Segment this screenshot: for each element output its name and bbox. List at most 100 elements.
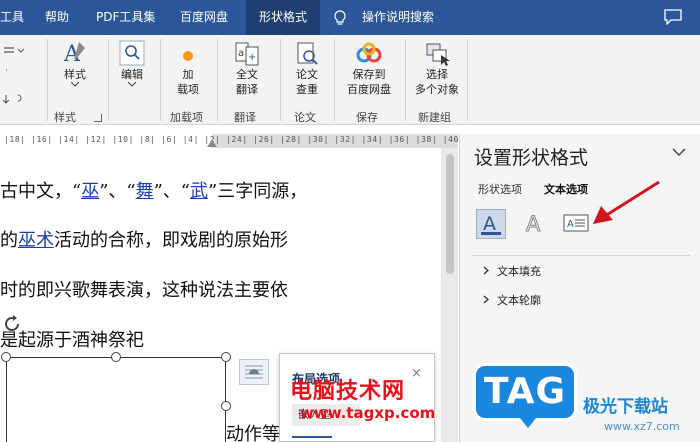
- svg-text:A: A: [567, 219, 574, 230]
- paper-check-icon: [297, 42, 318, 65]
- tab-text-options[interactable]: 文本选项: [544, 181, 588, 197]
- doc-line-2: 的巫术活动的合称，即戏剧的原始形: [0, 226, 288, 252]
- watermark-cn-name: 极光下载站: [583, 397, 668, 417]
- group-save-label: 保存: [356, 111, 378, 124]
- ruler-ticks: |18| |16| |14| |12| |10| |8| |6| |4| |2|…: [4, 135, 465, 144]
- doc-text: 的: [0, 230, 18, 251]
- search-icon: [119, 40, 145, 66]
- doc-text: 古中文，“: [0, 181, 82, 202]
- tab-pdf-tools[interactable]: PDF工具集: [96, 0, 155, 35]
- horizontal-ruler[interactable]: |18| |16| |14| |12| |10| |8| |6| |4| |2|…: [0, 134, 464, 148]
- save-to-baidu-button[interactable]: 保存到 百度网盘: [340, 41, 398, 97]
- resize-handle[interactable]: [221, 352, 231, 362]
- select-objects-icon: [426, 43, 450, 66]
- addins-button[interactable]: 加 载项: [168, 45, 208, 97]
- style-label: 样式: [64, 68, 86, 81]
- ribbon-separator: [217, 39, 218, 121]
- addin-icon: [183, 51, 193, 61]
- save-to-label-line1: 保存到: [352, 68, 386, 81]
- group-new-label: 新建组: [418, 111, 451, 124]
- doc-link[interactable]: 巫术: [18, 230, 54, 251]
- doc-text: ”、“: [99, 181, 136, 202]
- doc-link[interactable]: 武: [190, 181, 208, 202]
- doc-link[interactable]: 舞: [136, 181, 154, 202]
- translate-icon: a +: [235, 42, 259, 66]
- doc-line-1: 古中文，“巫”、“舞”、“武”三字同源，: [0, 177, 307, 203]
- paper-check-button[interactable]: 论文 查重: [287, 41, 327, 97]
- tab-baidu-netdisk[interactable]: 百度网盘: [180, 0, 228, 35]
- svg-text:+: +: [248, 52, 256, 63]
- lightbulb-icon: [334, 10, 346, 25]
- group-paper-label: 论文: [294, 111, 316, 124]
- tab-pdf-tools-label: PDF工具集: [96, 10, 156, 24]
- select-label-line1: 选择: [426, 68, 448, 81]
- ribbon-tab-bar: 工具 帮助 PDF工具集 百度网盘 形状格式 操作说明搜索: [0, 0, 700, 35]
- text-style-icon: A: [63, 42, 85, 67]
- group-style-label: 样式: [54, 111, 76, 124]
- doc-text: ”三字同源，: [208, 181, 308, 202]
- scrollbar-thumb[interactable]: [446, 154, 454, 274]
- comments-icon[interactable]: [664, 9, 682, 25]
- pane-title: 设置形状格式: [474, 147, 589, 169]
- ribbon-separator: [334, 39, 335, 121]
- doc-link[interactable]: 巫: [81, 181, 99, 202]
- group-launcher-icon[interactable]: [94, 114, 102, 122]
- layout-options-icon: [245, 365, 263, 379]
- save-to-label-line2: 百度网盘: [347, 83, 391, 96]
- svg-text:˙: ˙: [4, 69, 9, 80]
- ribbon-separator: [160, 39, 161, 121]
- ribbon-separator: [467, 39, 468, 121]
- paper-check-label-line2: 查重: [296, 83, 318, 96]
- selected-text-box[interactable]: [6, 357, 226, 442]
- watermark-url: www.xz7.com: [604, 420, 680, 433]
- tab-shape-format-label: 形状格式: [259, 10, 308, 24]
- inline-option[interactable]: [292, 436, 332, 438]
- tab-tools[interactable]: 工具: [0, 0, 30, 35]
- addins-label-line2: 载项: [177, 83, 199, 96]
- doc-text: ”、“: [153, 181, 191, 202]
- vertical-scrollbar[interactable]: [442, 148, 458, 442]
- text-effects-icon: A: [526, 212, 542, 237]
- chevron-down-icon: [71, 82, 79, 87]
- arrange-controls-clipped[interactable]: ˙: [2, 41, 28, 107]
- doc-line-3: 时的即兴歌舞表演，这种说法主要依: [0, 280, 288, 301]
- chevron-down-icon: [128, 82, 136, 87]
- chevron-down-icon[interactable]: [672, 148, 686, 157]
- ribbon-separator: [47, 39, 48, 121]
- tab-help-label: 帮助: [45, 10, 70, 24]
- doc-text: 活动的合称，即戏剧的原始形: [54, 230, 288, 251]
- tab-baidu-netdisk-label: 百度网盘: [180, 10, 229, 24]
- indent-marker[interactable]: [207, 140, 217, 147]
- rotate-handle-icon[interactable]: [0, 312, 24, 336]
- chevron-right-icon: [483, 295, 489, 304]
- svg-text:A: A: [483, 213, 496, 235]
- resize-handle[interactable]: [1, 352, 11, 362]
- edit-button[interactable]: 编辑: [113, 39, 151, 87]
- group-translate-label: 翻译: [234, 111, 256, 124]
- layout-options-button[interactable]: [239, 359, 269, 385]
- style-button[interactable]: A 样式: [52, 39, 98, 87]
- ribbon-separator: [108, 39, 109, 121]
- ribbon-separator: [405, 39, 406, 121]
- chevron-right-icon: [483, 266, 489, 275]
- tell-me-label: 操作说明搜索: [362, 10, 435, 24]
- select-label-line2: 多个对象: [415, 83, 459, 96]
- close-icon[interactable]: ×: [411, 366, 422, 381]
- tab-tools-label: 工具: [0, 10, 25, 24]
- text-fill-outline-button[interactable]: A: [476, 209, 506, 239]
- tab-shape-options[interactable]: 形状选项: [478, 181, 522, 197]
- section-text-fill-label: 文本填充: [497, 265, 541, 278]
- svg-text:A: A: [526, 212, 541, 236]
- translate-label-line1: 全文: [236, 68, 258, 81]
- select-multiple-objects-button[interactable]: 选择 多个对象: [411, 41, 463, 97]
- text-effects-button[interactable]: A: [520, 209, 550, 239]
- tab-shape-format[interactable]: 形状格式: [246, 0, 320, 35]
- pane-divider: [472, 255, 690, 256]
- full-translate-button[interactable]: a + 全文 翻译: [225, 41, 269, 97]
- baidu-cloud-icon: [356, 42, 382, 63]
- resize-handle[interactable]: [221, 401, 231, 411]
- resize-handle[interactable]: [111, 352, 121, 362]
- ribbon-panel: ˙ A 样式 样式 编辑 加 载项 加载项 a + 全文 翻译 翻译 论文 查重 …: [0, 35, 700, 125]
- tab-help[interactable]: 帮助: [45, 0, 69, 35]
- text-fill-icon: A: [481, 213, 501, 235]
